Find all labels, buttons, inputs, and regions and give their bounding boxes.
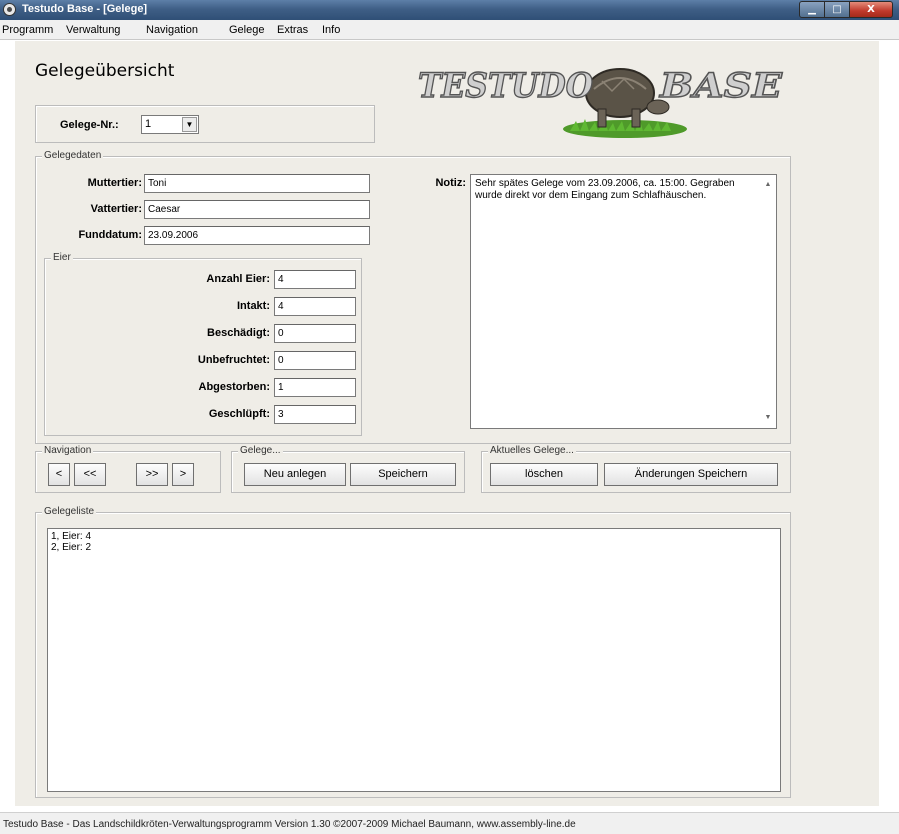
abgestorben-label: Abgestorben:	[198, 381, 271, 393]
close-button[interactable]: X	[850, 1, 893, 18]
testudo-base-logo: TESTUDO BASE	[417, 65, 784, 138]
app-icon[interactable]	[3, 3, 16, 16]
gelegedaten-legend: Gelegedaten	[42, 150, 104, 161]
unbefruchtet-label: Unbefruchtet:	[197, 354, 270, 366]
menu-extras[interactable]: Extras	[277, 24, 308, 36]
chevron-down-icon[interactable]: ▼	[182, 117, 197, 132]
gelege-nr-label: Gelege-Nr.:	[60, 119, 119, 131]
main-panel: Gelegeübersicht TESTUDO BASE Gelege-Nr.:…	[15, 41, 879, 806]
unbefruchtet-field[interactable]: 0	[274, 351, 356, 370]
scroll-up-icon[interactable]: ▲	[763, 179, 773, 191]
eier-group: Eier Anzahl Eier: 4 Intakt: 4 Beschädigt…	[44, 252, 362, 436]
gelegeliste-listbox[interactable]: 1, Eier: 4 2, Eier: 2	[47, 528, 781, 792]
notiz-textarea[interactable]: Sehr spätes Gelege vom 23.09.2006, ca. 1…	[470, 174, 777, 429]
menu-navigation[interactable]: Navigation	[146, 24, 198, 36]
menu-gelege[interactable]: Gelege	[229, 24, 264, 36]
scroll-down-icon[interactable]: ▼	[763, 412, 773, 424]
notiz-label: Notiz:	[435, 177, 466, 189]
nav-prev-button[interactable]: <<	[74, 463, 106, 486]
menu-info[interactable]: Info	[322, 24, 340, 36]
svg-text:BASE: BASE	[659, 66, 783, 106]
anzahl-eier-field[interactable]: 4	[274, 270, 356, 289]
geschluepft-label: Geschlüpft:	[208, 408, 270, 420]
gelegedaten-group: Gelegedaten Muttertier: Toni Vattertier:…	[35, 150, 791, 444]
menu-programm[interactable]: Programm	[2, 24, 53, 36]
eier-legend: Eier	[51, 252, 73, 263]
gelege-actions-group: Gelege... Neu anlegen Speichern	[231, 445, 465, 493]
vattertier-field[interactable]: Caesar	[144, 200, 370, 219]
nav-next-button[interactable]: >>	[136, 463, 168, 486]
navigation-group: Navigation < << >> >	[35, 445, 221, 493]
funddatum-label: Funddatum:	[78, 229, 142, 241]
minimize-button[interactable]: ▁	[799, 1, 825, 18]
vattertier-label: Vattertier:	[90, 203, 142, 215]
intakt-label: Intakt:	[237, 300, 270, 312]
aktuelles-gelege-group: Aktuelles Gelege... löschen Änderungen S…	[481, 445, 791, 493]
speichern-button[interactable]: Speichern	[350, 463, 456, 486]
notiz-text: Sehr spätes Gelege vom 23.09.2006, ca. 1…	[475, 178, 735, 201]
gelege-nr-value: 1	[145, 118, 152, 130]
window-controls: ▁ □ X	[799, 1, 893, 18]
loeschen-button[interactable]: löschen	[490, 463, 598, 486]
list-item[interactable]: 1, Eier: 4	[51, 531, 777, 542]
list-item[interactable]: 2, Eier: 2	[51, 542, 777, 553]
gelege-nr-select[interactable]: 1 ▼	[141, 115, 199, 134]
beschaedigt-label: Beschädigt:	[207, 327, 270, 339]
nav-first-button[interactable]: <	[48, 463, 70, 486]
menu-verwaltung[interactable]: Verwaltung	[66, 24, 120, 36]
status-text: Testudo Base - Das Landschildkröten-Verw…	[3, 819, 576, 830]
svg-text:TESTUDO: TESTUDO	[418, 66, 593, 106]
gelege-actions-legend: Gelege...	[238, 445, 283, 456]
gelegeliste-legend: Gelegeliste	[42, 506, 97, 517]
status-bar: Testudo Base - Das Landschildkröten-Verw…	[0, 812, 899, 834]
muttertier-label: Muttertier:	[87, 177, 142, 189]
gelege-nr-box: Gelege-Nr.: 1 ▼	[35, 105, 375, 143]
aenderungen-speichern-button[interactable]: Änderungen Speichern	[604, 463, 778, 486]
title-bar: Testudo Base - [Gelege] ▁ □ X	[0, 0, 899, 20]
gelegeliste-group: Gelegeliste 1, Eier: 4 2, Eier: 2	[35, 506, 791, 798]
navigation-legend: Navigation	[42, 445, 94, 456]
aktuelles-gelege-legend: Aktuelles Gelege...	[488, 445, 576, 456]
muttertier-field[interactable]: Toni	[144, 174, 370, 193]
neu-anlegen-button[interactable]: Neu anlegen	[244, 463, 346, 486]
abgestorben-field[interactable]: 1	[274, 378, 356, 397]
funddatum-field[interactable]: 23.09.2006	[144, 226, 370, 245]
nav-last-button[interactable]: >	[172, 463, 194, 486]
anzahl-eier-label: Anzahl Eier:	[206, 273, 270, 285]
intakt-field[interactable]: 4	[274, 297, 356, 316]
page-title: Gelegeübersicht	[35, 61, 175, 81]
beschaedigt-field[interactable]: 0	[274, 324, 356, 343]
geschluepft-field[interactable]: 3	[274, 405, 356, 424]
maximize-button[interactable]: □	[825, 1, 850, 18]
menu-bar: Programm Verwaltung Navigation Gelege Ex…	[0, 20, 899, 40]
window-title: Testudo Base - [Gelege]	[22, 3, 148, 15]
